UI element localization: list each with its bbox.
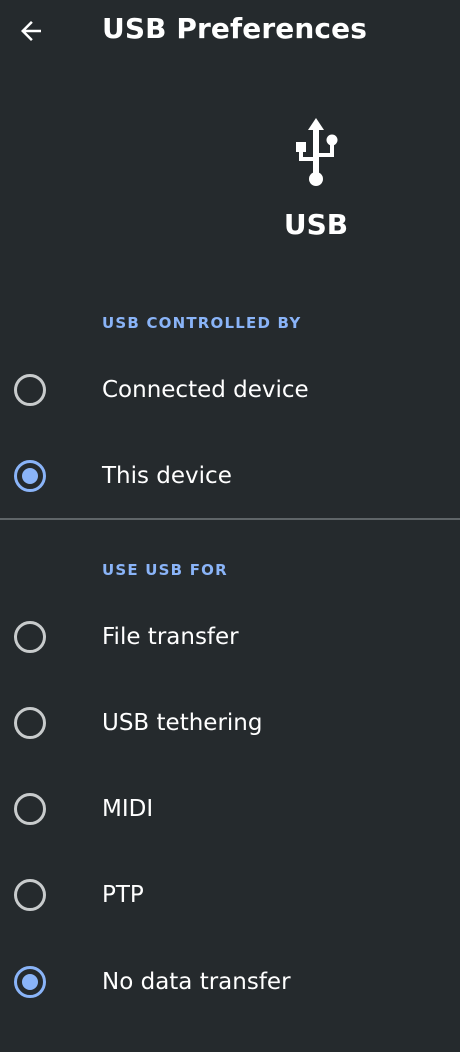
option-ptp[interactable]: PTP [0,860,460,930]
section-header-use-usb-for: USE USB FOR [102,561,228,579]
usb-icon [296,118,338,186]
option-label: This device [102,463,232,489]
option-file-transfer[interactable]: File transfer [0,602,460,672]
top-app-bar: USB Preferences [0,0,460,64]
option-no-data-transfer[interactable]: No data transfer [0,947,460,1017]
option-usb-tethering[interactable]: USB tethering [0,688,460,758]
option-label: MIDI [102,796,154,822]
radio-this-device[interactable] [14,460,46,492]
radio-ptp[interactable] [14,879,46,911]
option-connected-device[interactable]: Connected device [0,355,460,425]
radio-midi[interactable] [14,793,46,825]
option-label: USB tethering [102,710,263,736]
radio-no-data-transfer[interactable] [14,966,46,998]
usb-hero: USB [0,110,460,250]
option-label: File transfer [102,624,239,650]
option-label: PTP [102,882,144,908]
usb-label: USB [283,208,349,241]
option-midi[interactable]: MIDI [0,774,460,844]
option-this-device[interactable]: This device [0,441,460,511]
radio-usb-tethering[interactable] [14,707,46,739]
radio-file-transfer[interactable] [14,621,46,653]
radio-connected-device[interactable] [14,374,46,406]
back-button[interactable] [10,10,52,52]
page-title: USB Preferences [102,12,367,45]
section-divider [0,518,460,520]
section-header-usb-controlled-by: USB CONTROLLED BY [102,314,302,332]
option-label: No data transfer [102,969,291,995]
option-label: Connected device [102,377,309,403]
back-arrow-icon [21,21,41,41]
